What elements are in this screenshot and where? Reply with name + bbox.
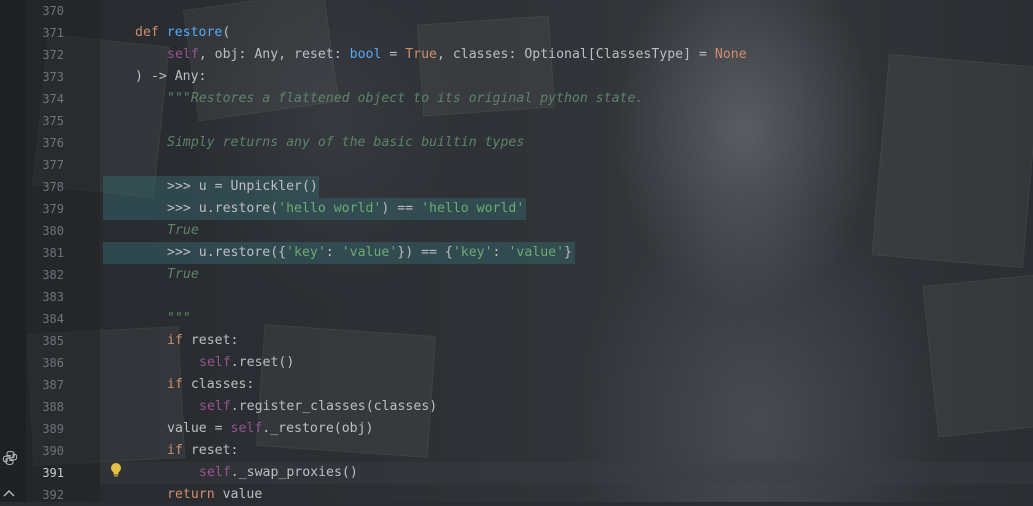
line-number: 384 [42,312,64,326]
lightbulb-icon[interactable] [109,462,123,478]
code-token: """Restores a flattened object to its or… [167,91,644,106]
code-token: , classes: Optional[ClassesType] = [436,47,715,62]
line-number: 385 [42,334,64,348]
code-token: reset: [190,443,239,458]
line-number: 391 [42,466,64,480]
code-token: value [222,487,263,502]
code-token: >>> u = Unpickler() [167,179,318,194]
line-number: 388 [42,400,64,414]
code-token: 'value' [508,245,565,260]
code-token: classes: [190,377,255,392]
code-token: bool [349,47,382,62]
code-token: 'hello world' [278,201,382,216]
line-number: 387 [42,378,64,392]
code-token: ) -> Any: [135,69,207,84]
code-token: 'hello world' [421,201,525,216]
code-line[interactable]: if reset: [167,440,238,462]
chevron-icon[interactable] [2,487,16,499]
code-token: 'key' [452,245,493,260]
code-line[interactable]: >>> u.restore({'key': 'value'}) == {'key… [167,242,572,264]
line-number: 372 [42,48,64,62]
code-token: self [199,355,231,370]
code-token: >>> u.restore( [167,201,279,216]
code-token: : [325,245,342,260]
line-number: 390 [42,444,64,458]
tool-window-strip [0,0,26,502]
code-token: .register_classes(classes) [230,399,438,414]
code-line[interactable]: >>> u.restore('hello world') == 'hello w… [167,198,524,220]
line-number: 381 [42,246,64,260]
code-token: : [492,245,509,260]
line-number: 373 [42,70,64,84]
line-number: 375 [42,114,64,128]
code-token: ( [222,25,231,40]
code-token: 'value' [341,245,398,260]
code-token: if [167,377,191,392]
code-line[interactable]: self._swap_proxies() [199,462,358,484]
line-number: 386 [42,356,64,370]
code-token: }) == { [397,245,453,260]
code-token: , obj: Any, reset: [198,47,350,62]
code-line[interactable]: Simply returns any of the basic builtin … [167,132,524,154]
line-number: 392 [42,488,64,502]
code-token: def [135,25,167,40]
code-token: Simply returns any of the basic builtin … [167,135,525,150]
line-number: 376 [42,136,64,150]
code-line[interactable]: self, obj: Any, reset: bool = True, clas… [167,44,747,66]
code-token: True [405,47,437,62]
code-line[interactable]: if reset: [167,330,238,352]
code-token: } [564,245,572,260]
code-line[interactable]: if classes: [167,374,254,396]
code-token: self [230,421,263,436]
code-token: .reset() [230,355,295,370]
code-line[interactable]: value = self._restore(obj) [167,418,373,440]
code-token: 'key' [286,245,326,260]
python-icon[interactable] [2,450,18,466]
line-number: 377 [42,158,64,172]
code-line[interactable]: >>> u = Unpickler() [167,176,318,198]
code-token: value = [167,421,231,436]
code-token: self [167,47,199,62]
line-number: 370 [42,4,64,18]
code-token: ._restore(obj) [262,421,374,436]
code-line[interactable]: ) -> Any: [135,66,206,88]
code-line[interactable]: return value [167,484,262,506]
line-number: 383 [42,290,64,304]
code-token: self [199,465,231,480]
code-line[interactable]: """Restores a flattened object to its or… [167,88,643,110]
code-token: = [381,47,406,62]
line-number: 371 [42,26,64,40]
line-number: 389 [42,422,64,436]
code-token: restore [166,25,223,40]
code-token: """ [167,311,191,326]
code-line[interactable]: def restore( [135,22,230,44]
code-line[interactable]: self.register_classes(classes) [199,396,437,418]
code-token: True [167,267,199,282]
code-token: reset: [190,333,239,348]
line-number: 378 [42,180,64,194]
code-line[interactable]: """ [167,308,191,330]
code-token: ) == [381,201,422,216]
code-token: ._swap_proxies() [230,465,358,480]
code-line[interactable]: self.reset() [199,352,294,374]
code-token: if [167,443,191,458]
code-token: return [167,487,223,502]
line-number: 380 [42,224,64,238]
line-number: 374 [42,92,64,106]
code-token: >>> u.restore({ [167,245,287,260]
code-token: True [167,223,199,238]
code-token: if [167,333,191,348]
line-number: 379 [42,202,64,216]
code-token: self [199,399,231,414]
code-line[interactable]: True [167,264,199,286]
code-line[interactable]: True [167,220,199,242]
code-token: None [714,47,747,62]
line-number: 382 [42,268,64,282]
